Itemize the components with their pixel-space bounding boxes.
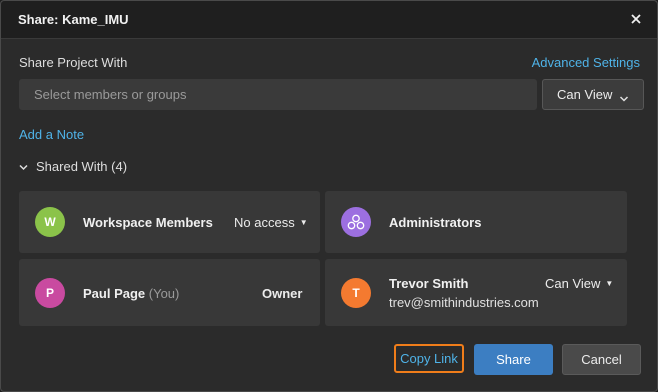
share-card-paul-page: P Paul Page (You) Owner [19, 259, 320, 326]
dialog-title: Share: Kame_IMU [18, 12, 129, 27]
advanced-settings-link[interactable]: Advanced Settings [532, 55, 640, 70]
share-project-label: Share Project With [19, 55, 128, 70]
shared-with-label: Shared With (4) [36, 159, 128, 174]
permission-dropdown-value: Can View [557, 87, 613, 102]
caret-down-icon: ▼ [299, 218, 308, 227]
permission-dropdown[interactable]: Can View [542, 79, 644, 110]
avatar: P [35, 278, 65, 308]
member-name: Trevor Smith [389, 276, 469, 291]
share-card-workspace-members: W Workspace Members No access ▼ [19, 191, 320, 253]
dialog-titlebar: Share: Kame_IMU [1, 1, 657, 39]
role-dropdown[interactable]: No access ▼ [234, 215, 308, 230]
share-dialog: Share: Kame_IMU Share Project With Advan… [0, 0, 658, 392]
share-card-administrators: Administrators [325, 191, 627, 253]
member-email: trev@smithindustries.com [389, 295, 539, 310]
share-button[interactable]: Share [474, 344, 553, 375]
chevron-down-icon [619, 91, 629, 106]
role-value: Can View [545, 276, 601, 291]
avatar: W [35, 207, 65, 237]
group-icon [341, 207, 371, 237]
member-name-text: Paul Page [83, 286, 146, 301]
member-name: Paul Page (You) [83, 286, 179, 301]
caret-down-icon: ▼ [605, 279, 614, 288]
cancel-button[interactable]: Cancel [562, 344, 641, 375]
add-note-link[interactable]: Add a Note [19, 127, 84, 142]
member-search-input[interactable] [19, 79, 537, 110]
role-dropdown[interactable]: Can View ▼ [545, 276, 613, 291]
member-name: Workspace Members [83, 215, 213, 230]
chevron-down-icon [19, 159, 28, 174]
role-value: Owner [262, 286, 303, 301]
close-icon[interactable] [625, 8, 647, 30]
role-value: No access [234, 215, 295, 230]
you-suffix: (You) [148, 286, 180, 301]
member-name: Administrators [389, 215, 482, 230]
copy-link-button[interactable]: Copy Link [394, 344, 464, 373]
shared-with-toggle[interactable]: Shared With (4) [19, 159, 127, 174]
share-card-trevor-smith: T Trevor Smith trev@smithindustries.com … [325, 259, 627, 326]
avatar: T [341, 278, 371, 308]
